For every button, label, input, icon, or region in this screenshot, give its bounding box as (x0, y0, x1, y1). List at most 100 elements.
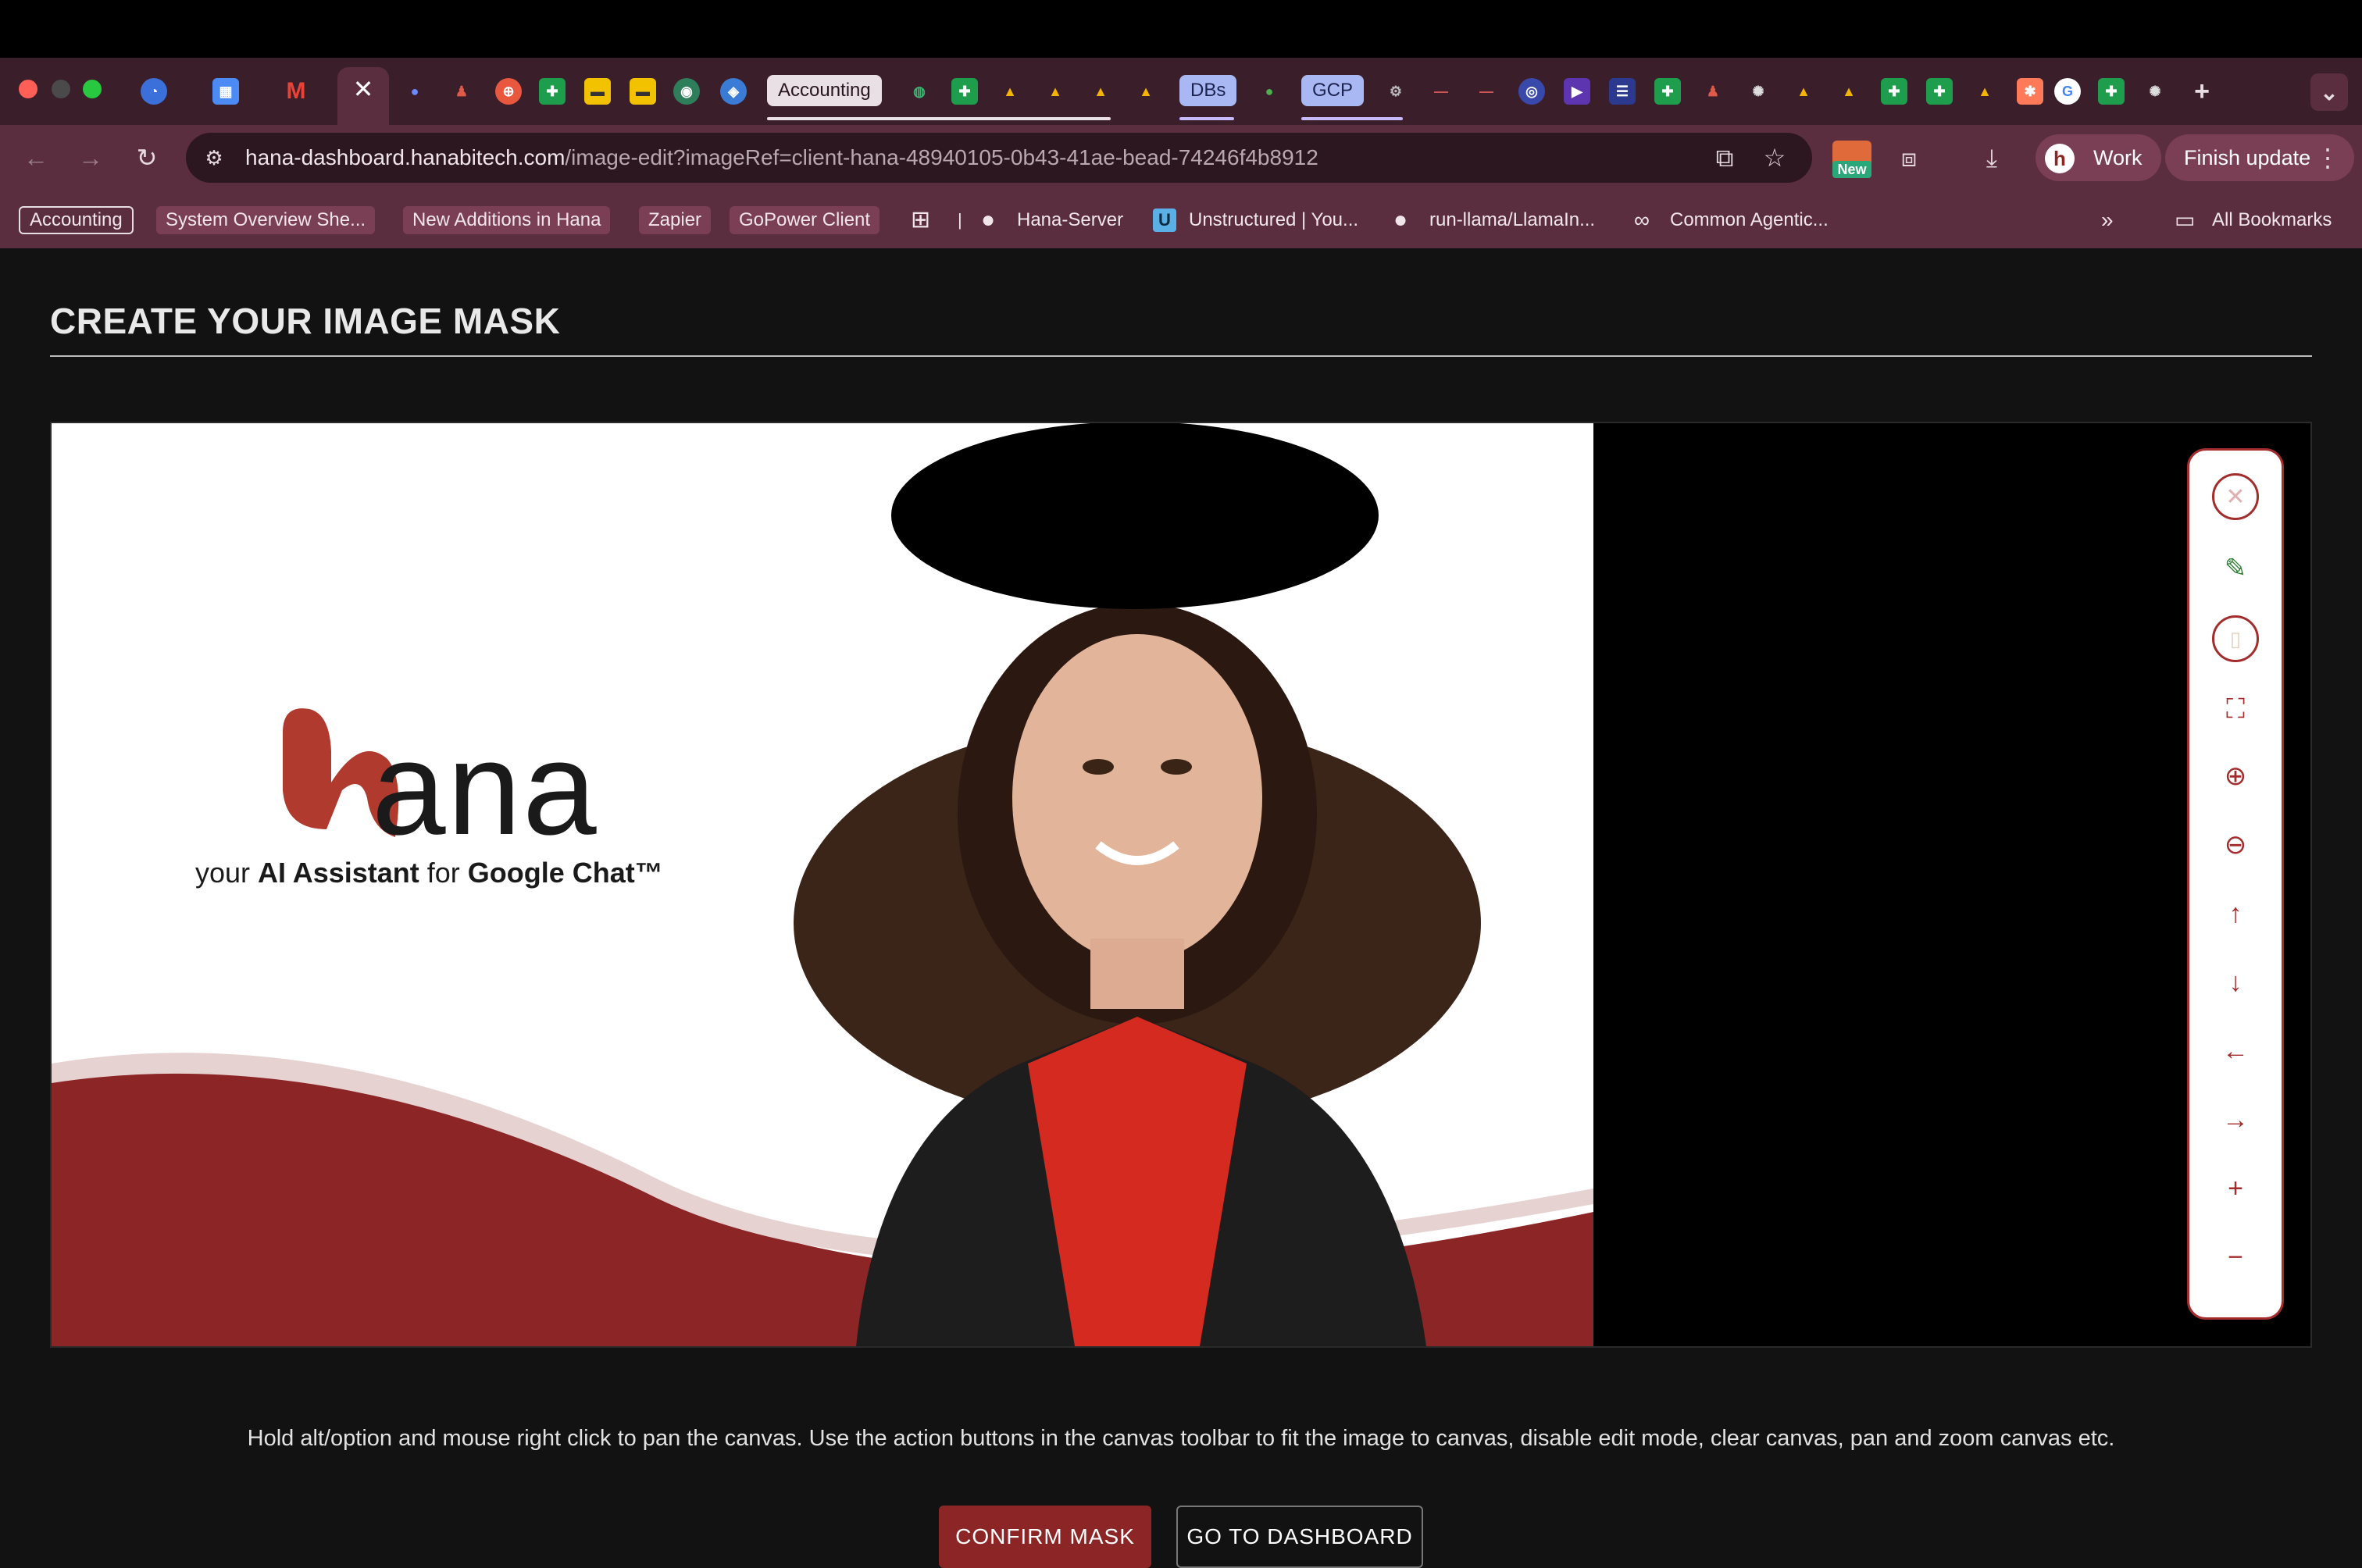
tab-favicon-chrome-icon[interactable]: ◔ (141, 78, 167, 105)
zoom-out-icon[interactable]: ⊖ (2212, 821, 2259, 868)
more-menu-icon[interactable]: ⋮ (2312, 142, 2343, 173)
tab-favicon-hubspot-icon[interactable]: ✱ (2017, 78, 2043, 105)
tab-favicon-app-icon[interactable]: ♟ (1700, 78, 1726, 105)
forward-icon[interactable]: → (75, 142, 106, 173)
tab-favicon-google-icon[interactable]: G (2054, 78, 2081, 105)
tab-favicon-app-icon[interactable]: ⚙ (1383, 78, 1409, 105)
bookmark-label: Hana-Server (1017, 209, 1124, 230)
install-app-icon[interactable]: ⧉ (1709, 142, 1740, 173)
brush-size-increase-icon[interactable]: + (2212, 1165, 2259, 1212)
back-icon[interactable]: ← (20, 142, 52, 173)
tab-favicon-app-icon[interactable]: ● (1256, 78, 1283, 105)
url-path: /image-edit?imageRef=client-hana-4894010… (565, 145, 1318, 169)
new-tab-icon[interactable]: + (2189, 77, 2215, 106)
github-icon: ● (981, 207, 996, 233)
tab-favicon-sheets-icon[interactable]: ✚ (1881, 78, 1907, 105)
os-menu-bar (0, 0, 2362, 58)
bookmark-label: Common Agentic... (1670, 209, 1829, 230)
tab-favicon-openai-icon[interactable]: ✺ (2142, 78, 2168, 105)
tab-group-gcp[interactable]: GCP (1301, 75, 1365, 106)
tab-favicon-gmail-icon[interactable]: M (283, 78, 309, 105)
tab-favicon-sheets-icon[interactable]: ✚ (539, 78, 566, 105)
tab-favicon-calendar-icon[interactable]: ▦ (212, 78, 239, 105)
clear-canvas-icon[interactable]: ▯ (2212, 615, 2259, 662)
brand-tagline: your AI Assistant for Google Chat™ (195, 857, 663, 889)
bookmark-label: Unstructured | You... (1189, 209, 1359, 230)
profile-avatar: h (2045, 144, 2075, 173)
bookmark-unstructured[interactable]: U Unstructured | You... (1153, 206, 1358, 234)
tab-favicon-app-icon[interactable]: ◈ (720, 78, 747, 105)
tab-favicon-drive-icon[interactable]: ▲ (1971, 78, 1998, 105)
brush-size-decrease-icon[interactable]: − (2212, 1234, 2259, 1281)
bookmark-accounting[interactable]: Accounting (19, 206, 134, 234)
tab-favicon-app-icon[interactable]: ⊕ (495, 78, 522, 105)
tab-favicon-sheets-icon[interactable]: ✚ (951, 78, 978, 105)
zoom-in-icon[interactable]: ⊕ (2212, 753, 2259, 800)
bookmark-hana-server[interactable]: ● Hana-Server (981, 206, 1123, 234)
bookmark-gopower[interactable]: GoPower Client (730, 206, 880, 234)
tab-favicon-app-icon[interactable]: ◉ (673, 78, 700, 105)
maximize-window-icon[interactable] (83, 80, 102, 98)
bookmark-llamaindex[interactable]: ● run-llama/LlamaIn... (1393, 206, 1595, 234)
pan-up-icon[interactable]: ↑ (2212, 890, 2259, 937)
minimize-window-icon[interactable] (52, 80, 70, 98)
tab-favicon-app-icon[interactable]: — (1428, 78, 1454, 105)
tab-favicon-drive-icon[interactable]: ▲ (1087, 78, 1114, 105)
download-icon[interactable]: ⤓ (1976, 142, 2007, 173)
tab-group-accounting[interactable]: Accounting (767, 75, 882, 106)
url-host: hana-dashboard.hanabitech.com (245, 145, 566, 169)
tab-favicon-drive-icon[interactable]: ▲ (997, 78, 1023, 105)
tab-favicon-sheets-icon[interactable]: ✚ (1926, 78, 1953, 105)
tab-group-dbs[interactable]: DBs (1179, 75, 1237, 106)
tab-favicon-drive-icon[interactable]: ▲ (1133, 78, 1159, 105)
source-image[interactable]: ana your AI Assistant for Google Chat™ (52, 423, 1593, 1346)
github-icon: ● (1393, 207, 1408, 233)
close-tab-icon[interactable]: ✕ (353, 75, 374, 103)
tab-favicon-app-icon[interactable]: ▬ (584, 78, 611, 105)
folder-icon: ▭ (2175, 208, 2196, 232)
tab-favicon-app-icon[interactable]: ▬ (630, 78, 656, 105)
reload-icon[interactable]: ↻ (131, 142, 162, 173)
tab-favicon-video-icon[interactable]: ▶ (1564, 78, 1590, 105)
extensions-puzzle-icon[interactable]: ⧈ (1893, 142, 1925, 173)
tab-favicon-people-icon[interactable]: ● (401, 78, 428, 105)
tab-favicon-drive-icon[interactable]: ▲ (1790, 78, 1817, 105)
fit-to-canvas-icon[interactable]: ⛶ (2212, 686, 2259, 732)
tab-group-underline (1179, 117, 1234, 120)
bookmark-star-icon[interactable]: ☆ (1759, 142, 1790, 173)
bookmark-new-additions[interactable]: New Additions in Hana (403, 206, 611, 234)
link-icon: ∞ (1634, 208, 1650, 232)
bookmark-common-agentic[interactable]: ∞ Common Agentic... (1634, 206, 1829, 234)
bookmark-system-overview[interactable]: System Overview She... (156, 206, 376, 234)
tab-favicon-app-icon[interactable]: — (1473, 78, 1500, 105)
url-text[interactable]: hana-dashboard.hanabitech.com/image-edit… (245, 145, 1318, 170)
bookmark-label: run-llama/LlamaIn... (1429, 209, 1596, 230)
close-window-icon[interactable] (19, 80, 37, 98)
tab-favicon-sheets-icon[interactable]: ✚ (1654, 78, 1681, 105)
tab-favicon-app-icon[interactable]: ◎ (1518, 78, 1545, 105)
go-to-dashboard-button[interactable]: GO TO DASHBOARD (1176, 1506, 1423, 1568)
tab-search-icon[interactable]: ⌄ (2310, 73, 2348, 111)
tab-favicon-openai-icon[interactable]: ✺ (1745, 78, 1772, 105)
pan-down-icon[interactable]: ↓ (2212, 959, 2259, 1006)
tab-favicon-drive-icon[interactable]: ▲ (1042, 78, 1069, 105)
all-bookmarks[interactable]: ▭ All Bookmarks (2175, 206, 2332, 234)
confirm-mask-button[interactable]: CONFIRM MASK (939, 1506, 1151, 1568)
pan-left-icon[interactable]: ← (2212, 1028, 2259, 1074)
disable-edit-icon[interactable]: ✕ (2212, 473, 2259, 520)
tab-favicon-app-icon[interactable]: ◍ (906, 78, 933, 105)
site-info-icon[interactable]: ⚙ (198, 142, 230, 173)
more-bookmarks-icon[interactable]: » (2101, 206, 2114, 234)
profile-label: Work (2093, 146, 2143, 169)
edit-brush-icon[interactable]: ✎ (2212, 545, 2259, 592)
active-tab[interactable]: ✕ (337, 67, 389, 125)
tab-favicon-sheets-icon[interactable]: ✚ (2098, 78, 2125, 105)
bookmark-zapier[interactable]: Zapier (639, 206, 712, 234)
tab-favicon-app-icon[interactable]: ☰ (1609, 78, 1636, 105)
pan-right-icon[interactable]: → (2212, 1096, 2259, 1143)
tagline-part: for (419, 857, 468, 889)
tagline-part: your (195, 857, 259, 889)
apps-grid-icon[interactable]: ⊞ (911, 206, 930, 234)
tab-favicon-app-icon[interactable]: ♟ (448, 78, 475, 105)
tab-favicon-drive-icon[interactable]: ▲ (1836, 78, 1862, 105)
